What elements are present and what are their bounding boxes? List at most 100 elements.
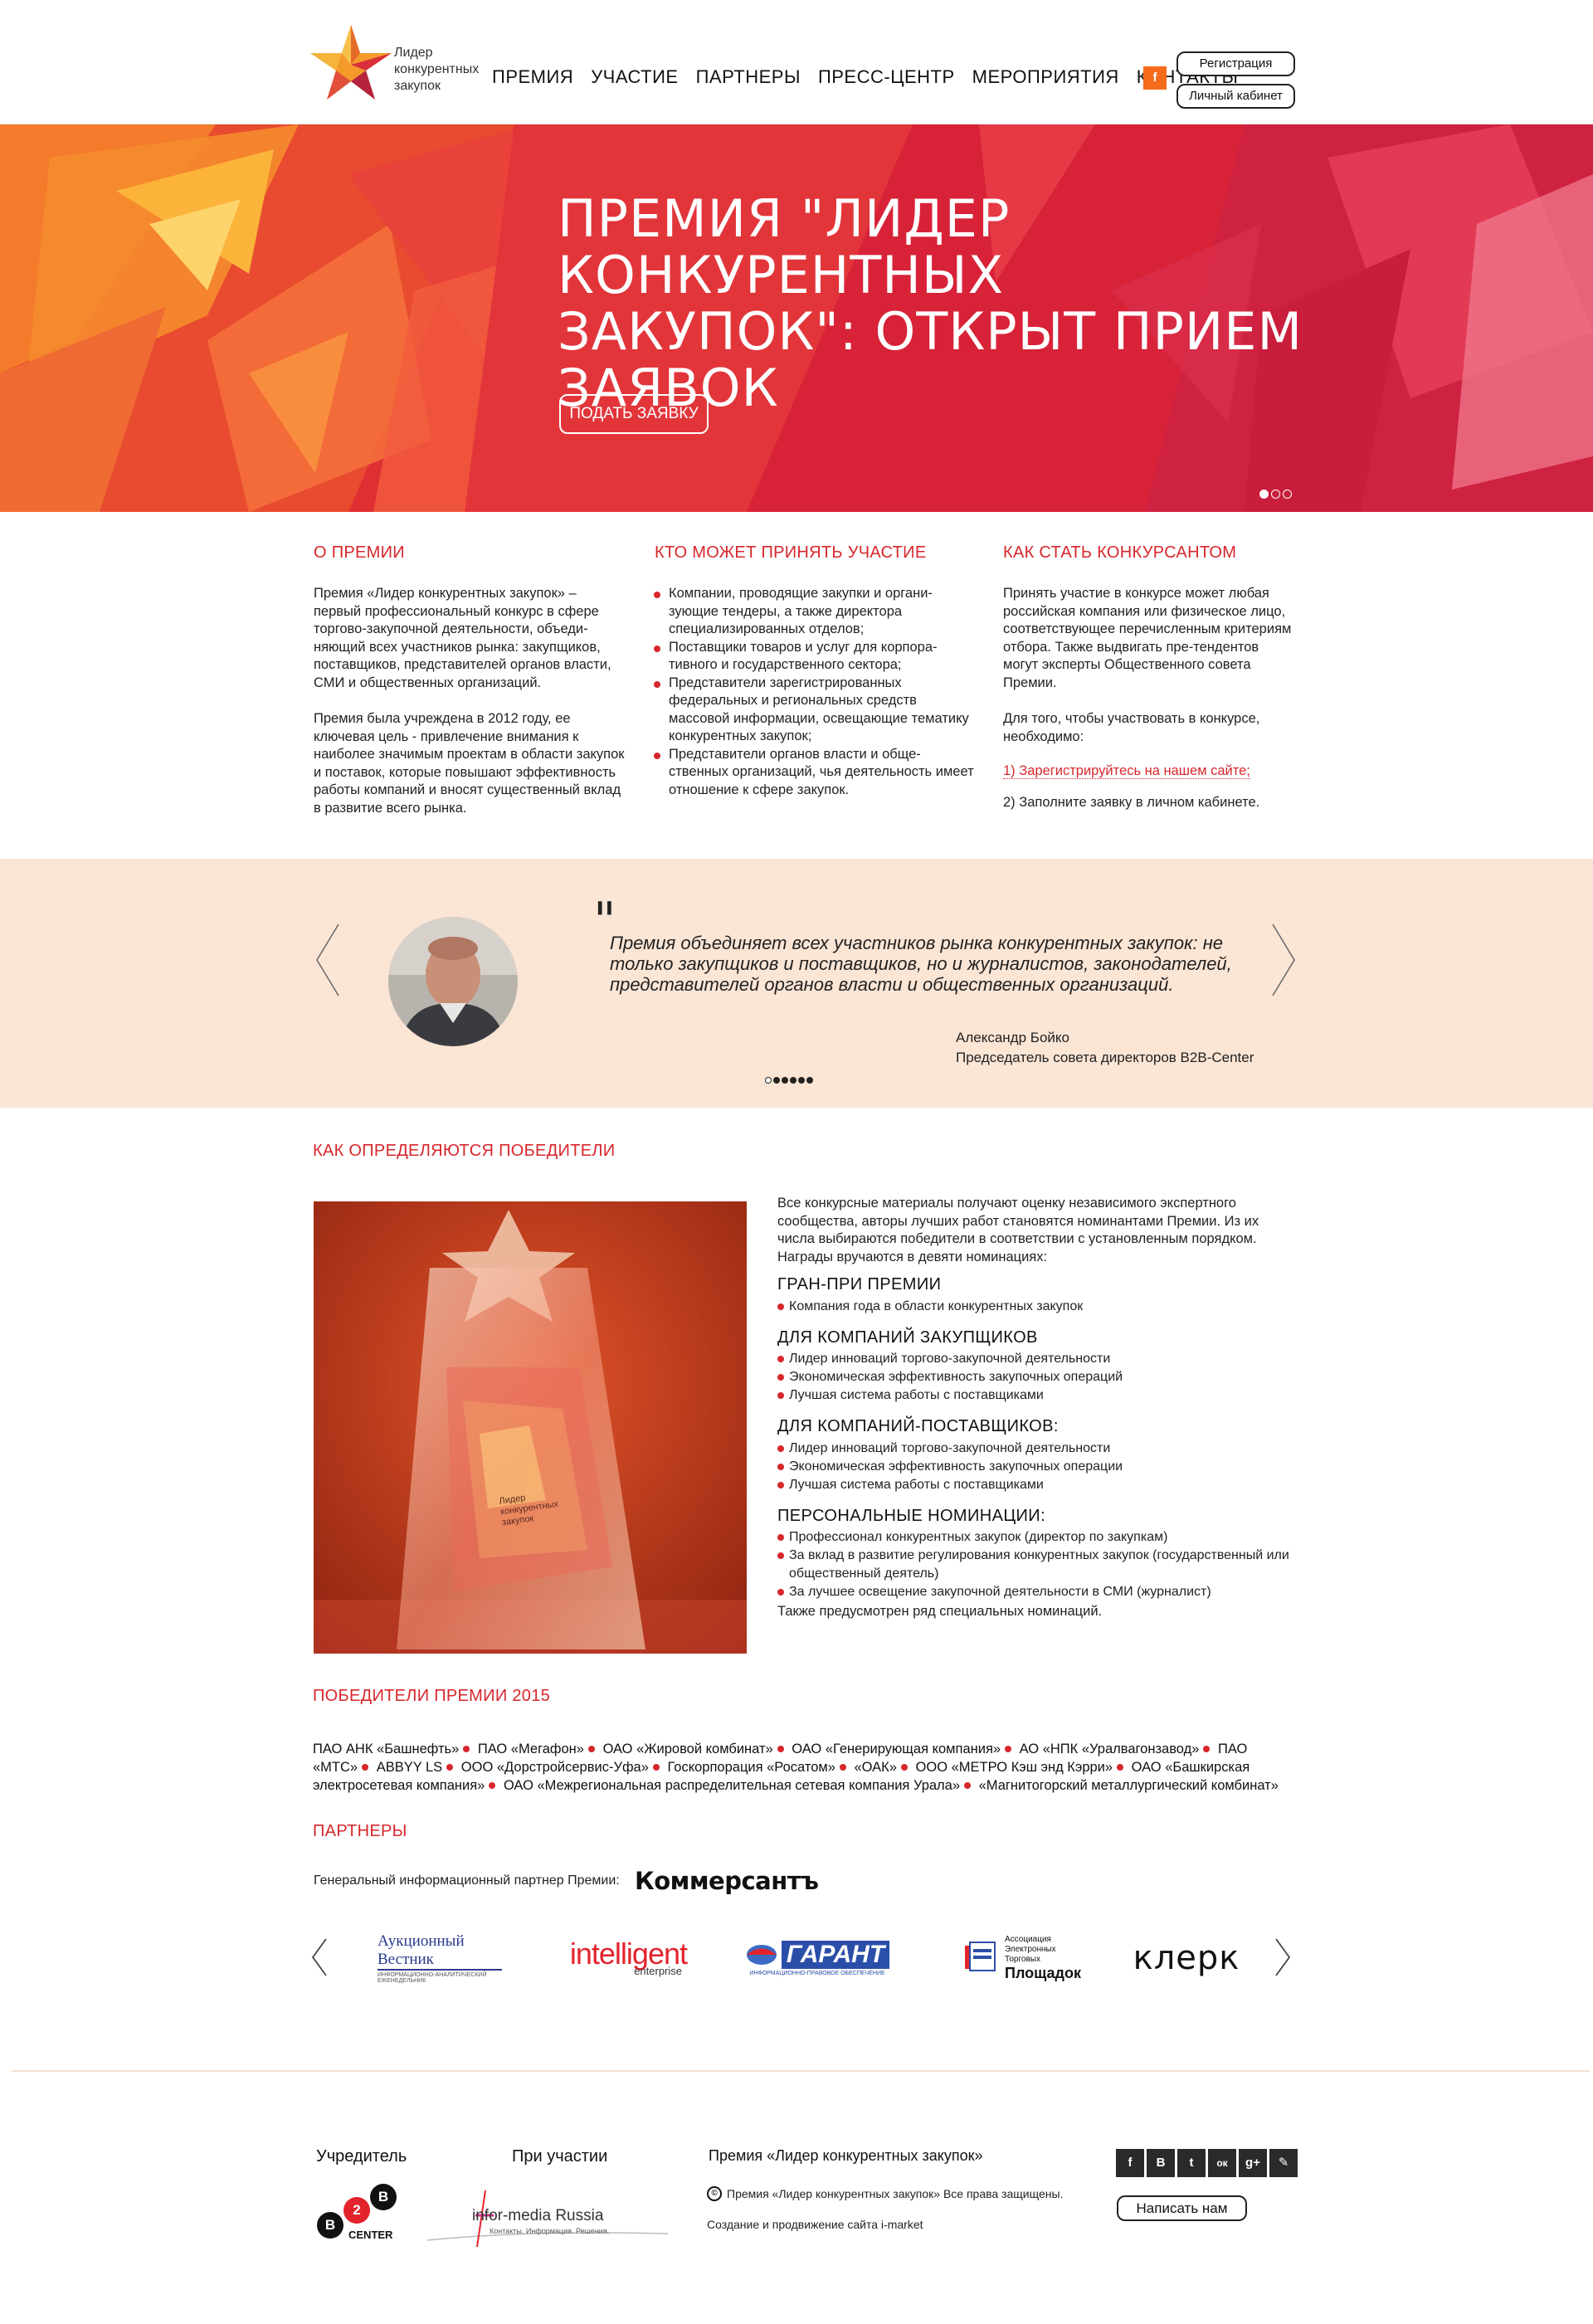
quote-author: Александр Бойко — [956, 1030, 1069, 1045]
site-header: Лидер конкурентных закупок ПРЕМИЯ УЧАСТИ… — [0, 0, 1593, 124]
winner-item: «Магнитогорский металлургический комбина… — [978, 1778, 1279, 1793]
quote-next-arrow-icon[interactable] — [1269, 923, 1303, 997]
partner-name: intelligent — [569, 1936, 688, 1971]
google-plus-icon[interactable]: g+ — [1239, 2149, 1267, 2177]
winner-item: ПАО «Мегафон» — [477, 1742, 584, 1756]
partner-name: Площадок — [1005, 1965, 1081, 1981]
quote-dot-3[interactable] — [782, 1077, 788, 1084]
partner-logo-garant[interactable]: ГАРАНТ ИНФОРМАЦИОННО-ПРАВОВОЕ ОБЕСПЕЧЕНИ… — [743, 1933, 892, 1983]
quote-dot-1[interactable] — [765, 1077, 772, 1084]
odnoklassniki-icon[interactable]: ок — [1208, 2149, 1236, 2177]
hero-dot-2[interactable] — [1271, 490, 1280, 499]
quote-slider-dots — [765, 1077, 813, 1084]
facebook-icon[interactable]: f — [1143, 66, 1167, 90]
list-item: Профессионал конкурентных закупок (дирек… — [777, 1528, 1292, 1547]
write-us-button[interactable]: Написать нам — [1117, 2195, 1247, 2221]
infor-media-logo[interactable]: infor-media Russia Контакты. Информация.… — [427, 2182, 668, 2248]
b2b-center-text: CENTER — [348, 2229, 393, 2241]
nav-item-premiya[interactable]: ПРЕМИЯ — [492, 66, 573, 88]
main-nav: ПРЕМИЯ УЧАСТИЕ ПАРТНЕРЫ ПРЕСС-ЦЕНТР МЕРО… — [492, 66, 1238, 88]
register-link[interactable]: 1) Зарегистрируйтесь на нашем сайте; — [1003, 763, 1250, 779]
judging-intro: Все конкурсные материалы получают оценку… — [777, 1196, 1259, 1264]
quote-dot-5[interactable] — [798, 1077, 805, 1084]
how-step-2: 2) Заполните заявку в личном кабинете. — [1003, 794, 1260, 810]
logo-star-icon[interactable] — [305, 23, 397, 102]
who-list: Компании, проводящие закупки и органи-зу… — [651, 585, 975, 799]
about-title: О ПРЕМИИ — [314, 543, 405, 562]
partners-next-arrow-icon[interactable] — [1273, 1937, 1293, 1977]
group-title: ГРАН-ПРИ ПРЕМИИ — [777, 1275, 942, 1294]
twitter-icon[interactable]: t — [1177, 2149, 1206, 2177]
participation-title: При участии — [512, 2147, 608, 2166]
infor-media-text: infor-media Russia — [472, 2207, 604, 2224]
hero-slider-dots — [1259, 490, 1292, 499]
facebook-icon[interactable]: f — [1116, 2149, 1144, 2177]
winners-list: ПАО АНК «Башнефть» ПАО «Мегафон» ОАО «Жи… — [313, 1740, 1292, 1795]
partners-prev-arrow-icon[interactable] — [309, 1937, 329, 1977]
group-title: ПЕРСОНАЛЬНЫЕ НОМИНАЦИИ: — [777, 1506, 1046, 1525]
hero-dot-1[interactable] — [1259, 490, 1269, 499]
list-item: Лидер инноваций торгово-закупочной деяте… — [777, 1350, 1292, 1368]
founder-title: Учредитель — [316, 2147, 407, 2166]
who-title: КТО МОЖЕТ ПРИНЯТЬ УЧАСТИЕ — [655, 543, 927, 562]
list-item: Представители органов власти и обще-стве… — [651, 746, 975, 800]
infor-media-sub: Контакты. Информация. Решения. — [490, 2227, 610, 2235]
copyright-row: © Премия «Лидер конкурентных закупок» Вс… — [707, 2186, 1063, 2201]
winner-item: ОАО «Генерирующая компания» — [792, 1742, 1001, 1756]
hero-title: ПРЕМИЯ "ЛИДЕР КОНКУРЕНТНЫХ ЗАКУПОК": ОТК… — [558, 188, 1303, 418]
nav-item-uchastie[interactable]: УЧАСТИЕ — [591, 66, 678, 88]
winner-item: ООО «Дорстройсервис-Уфа» — [460, 1760, 649, 1775]
b2b-center-logo[interactable]: B 2 B CENTER — [315, 2182, 407, 2248]
credits-text[interactable]: Создание и продвижение сайта i-market — [707, 2218, 923, 2231]
quote-position: Председатель совета директоров B2B-Cente… — [956, 1050, 1254, 1065]
logo-text[interactable]: Лидер конкурентных закупок — [394, 45, 494, 95]
group-list: Профессионал конкурентных закупок (дирек… — [777, 1528, 1292, 1601]
how-paragraph-2: Для того, чтобы участвовать в конкурсе, … — [1003, 711, 1260, 744]
nav-item-partners[interactable]: ПАРТНЕРЫ — [696, 66, 801, 88]
nav-item-press[interactable]: ПРЕСС-ЦЕНТР — [818, 66, 955, 88]
livejournal-icon[interactable]: ✎ — [1269, 2149, 1298, 2177]
list-item: За лучшее освещение закупочной деятельно… — [777, 1583, 1292, 1601]
partner-logo-intelligent[interactable]: intelligent enterprise — [538, 1933, 688, 1983]
quote-text: Премия объединяет всех участников рынка … — [610, 933, 1232, 995]
b2b-number-2: 2 — [343, 2197, 370, 2224]
quote-dot-2[interactable] — [773, 1077, 780, 1084]
group-list: Компания года в области конкурентных зак… — [777, 1298, 1292, 1316]
quote-dot-4[interactable] — [790, 1077, 796, 1084]
general-partner-label: Генеральный информационный партнер Преми… — [314, 1873, 620, 1888]
winner-item: «ОАК» — [854, 1760, 897, 1775]
vkontakte-icon[interactable]: В — [1147, 2149, 1175, 2177]
partner-name: ГАРАНТ — [781, 1940, 890, 1969]
partner-logo-auction[interactable]: Аукционный Вестник ИНФОРМАЦИОННО-АНАЛИТИ… — [378, 1932, 502, 1984]
trophy-image: Лидер конкурентных закупок — [314, 1201, 747, 1654]
list-item: Экономическая эффективность закупочных о… — [777, 1458, 1292, 1476]
register-button[interactable]: Регистрация — [1176, 51, 1295, 76]
quote-author-block: Александр Бойко Председатель совета дире… — [956, 1028, 1254, 1068]
partner-logo-klerk[interactable]: клерк — [1133, 1933, 1240, 1983]
winner-item: ПАО АНК «Башнефть» — [313, 1742, 460, 1756]
list-item: Представители зарегистрированных федерал… — [651, 675, 975, 746]
nav-item-events[interactable]: МЕРОПРИЯТИЯ — [972, 66, 1119, 88]
how-title: КАК СТАТЬ КОНКУРСАНТОМ — [1003, 543, 1237, 562]
list-item: Компании, проводящие закупки и органи-зу… — [651, 585, 975, 639]
copyright-text: Премия «Лидер конкурентных закупок» Все … — [727, 2187, 1064, 2200]
quote-prev-arrow-icon[interactable] — [314, 923, 347, 997]
group-title: ДЛЯ КОМПАНИЙ-ПОСТАВЩИКОВ: — [777, 1417, 1059, 1435]
garant-globe-icon — [746, 1944, 777, 1965]
kommersant-logo[interactable]: Коммерсантъ — [635, 1867, 819, 1895]
group-list: Лидер инноваций торгово-закупочной деяте… — [777, 1350, 1292, 1405]
b2b-letter-b: B — [370, 2184, 397, 2210]
partner-sub: ИНФОРМАЦИОННО-АНАЛИТИЧЕСКИЙ ЕЖЕНЕДЕЛЬНИК — [378, 1972, 487, 1984]
list-item: Лидер инноваций торгово-закупочной деяте… — [777, 1440, 1292, 1458]
winner-item: ОАО «Межрегиональная распределительная с… — [503, 1778, 961, 1793]
cabinet-button[interactable]: Личный кабинет — [1176, 84, 1295, 109]
partner-name: клерк — [1133, 1939, 1240, 1977]
association-icon — [965, 1942, 996, 1971]
group-list: Лидер инноваций торгово-закупочной деяте… — [777, 1440, 1292, 1494]
footer-divider — [12, 2070, 1590, 2072]
partner-logo-association[interactable]: Ассоциация Электронных Торговых Площадок — [946, 1933, 1103, 1983]
quote-dot-6[interactable] — [806, 1077, 813, 1084]
list-item: Экономическая эффективность закупочных о… — [777, 1368, 1292, 1386]
hero-dot-3[interactable] — [1283, 490, 1292, 499]
judging-title: КАК ОПРЕДЕЛЯЮТСЯ ПОБЕДИТЕЛИ — [313, 1142, 616, 1160]
